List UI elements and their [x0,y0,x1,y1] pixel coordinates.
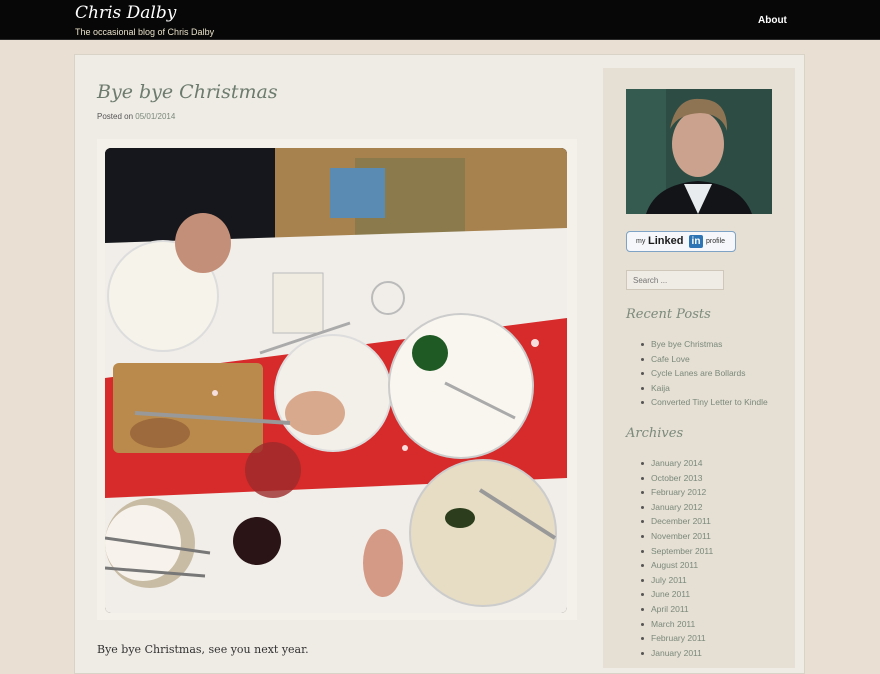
linkedin-profile-badge[interactable]: my Linked in profile [626,231,736,252]
post-title[interactable]: Bye bye Christmas [97,81,278,103]
site-header: Chris Dalby The occasional blog of Chris… [0,0,880,40]
list-item: June 2011 [626,587,713,602]
dinner-table-photo [105,148,567,613]
list-item: Bye bye Christmas [626,337,768,352]
archive-link[interactable]: August 2011 [651,560,698,570]
archive-link[interactable]: June 2011 [651,589,690,599]
archive-link[interactable]: October 2013 [651,473,703,483]
linkedin-my-label: my [636,238,646,245]
archive-link[interactable]: September 2011 [651,546,713,556]
archive-link[interactable]: April 2011 [651,604,689,614]
list-item: April 2011 [626,602,713,617]
post-image[interactable] [97,139,577,620]
linkedin-in-icon: in [689,235,703,248]
site-description: The occasional blog of Chris Dalby [75,27,215,37]
archive-link[interactable]: December 2011 [651,516,711,526]
list-item: October 2013 [626,471,713,486]
recent-posts-list: Bye bye Christmas Cafe Love Cycle Lanes … [626,337,768,410]
archive-link[interactable]: November 2011 [651,531,711,541]
archive-link[interactable]: July 2011 [651,575,687,585]
post-meta: Posted on 05/01/2014 [97,112,175,121]
nav-about-link[interactable]: About [758,15,787,26]
recent-post-link[interactable]: Cycle Lanes are Bollards [651,368,746,378]
archives-list: January 2014 October 2013 February 2012 … [626,456,713,660]
author-photo [626,89,772,214]
posted-on-label: Posted on [97,112,134,121]
list-item: January 2014 [626,456,713,471]
list-item: September 2011 [626,544,713,559]
archive-link[interactable]: March 2011 [651,619,695,629]
post-date-link[interactable]: 05/01/2014 [135,112,175,121]
list-item: January 2012 [626,500,713,515]
list-item: November 2011 [626,529,713,544]
list-item: Kaija [626,381,768,396]
list-item: January 2011 [626,646,713,661]
list-item: Cycle Lanes are Bollards [626,366,768,381]
linkedin-profile-label: profile [706,238,726,245]
list-item: December 2011 [626,514,713,529]
archive-link[interactable]: February 2011 [651,633,706,643]
recent-posts-heading: Recent Posts [626,307,711,322]
list-item: August 2011 [626,558,713,573]
archives-heading: Archives [626,426,684,441]
recent-post-link[interactable]: Converted Tiny Letter to Kindle [651,397,768,407]
list-item: Converted Tiny Letter to Kindle [626,395,768,410]
list-item: February 2011 [626,631,713,646]
site-title[interactable]: Chris Dalby [75,3,176,23]
archive-link[interactable]: January 2011 [651,648,702,658]
post-body: Bye bye Christmas, see you next year. [97,643,309,656]
list-item: July 2011 [626,573,713,588]
archive-link[interactable]: January 2014 [651,458,703,468]
search-input[interactable] [626,270,724,290]
list-item: March 2011 [626,617,713,632]
list-item: February 2012 [626,485,713,500]
archive-link[interactable]: February 2012 [651,487,706,497]
recent-post-link[interactable]: Cafe Love [651,354,690,364]
recent-post-link[interactable]: Bye bye Christmas [651,339,722,349]
list-item: Cafe Love [626,352,768,367]
recent-post-link[interactable]: Kaija [651,383,670,393]
archive-link[interactable]: January 2012 [651,502,703,512]
linkedin-brand-label: Linked [648,235,684,247]
